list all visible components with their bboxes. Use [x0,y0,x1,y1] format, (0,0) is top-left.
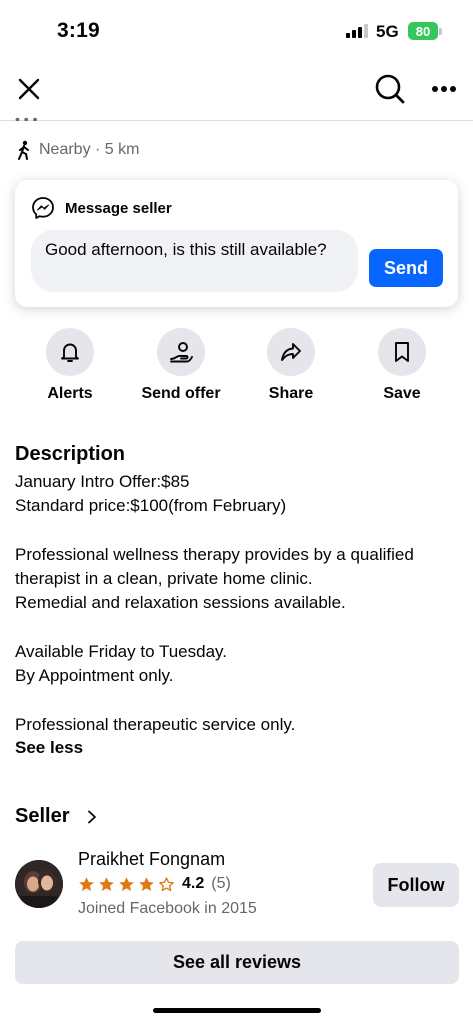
status-time: 3:19 [57,19,100,42]
location-text: Nearby · 5 km [39,141,140,158]
rating-value: 4.2 [182,875,205,892]
share-button[interactable]: Share [236,328,346,403]
seller-title: Seller [15,805,70,827]
close-icon[interactable] [14,74,44,104]
save-button[interactable]: Save [347,328,457,403]
description-line: Professional wellness therapy provides b… [15,544,414,564]
search-icon[interactable] [374,73,406,105]
battery-icon: 80 [408,22,438,40]
send-button[interactable]: Send [369,249,443,287]
description-body: January Intro Offer:$85 Standard price:$… [15,470,465,737]
star-icon [99,876,114,891]
action-row: Alerts Send offer Share Save [0,328,473,408]
see-all-reviews-button[interactable]: See all reviews [15,941,459,984]
description-line: Professional therapeutic service only. [15,714,296,734]
description-line [15,689,465,713]
send-offer-button[interactable]: Send offer [126,328,236,403]
alerts-label: Alerts [47,385,93,402]
seller-name[interactable]: Praikhet Fongnam [78,849,225,870]
see-less-link[interactable]: See less [15,738,83,758]
description-line: therapist in a clean, private home clini… [15,569,313,589]
description-line: Remedial and relaxation sessions availab… [15,593,346,613]
location-row: Nearby · 5 km [15,140,139,160]
home-indicator [153,1008,321,1013]
star-icon [119,876,134,891]
send-offer-label: Send offer [141,385,221,402]
avatar[interactable] [15,860,63,908]
bookmark-icon [378,328,426,376]
alerts-button[interactable]: Alerts [15,328,125,403]
offer-icon [157,328,205,376]
battery-tip [439,28,442,35]
description-line: January Intro Offer:$85 [15,472,190,491]
joined-date: Joined Facebook in 2015 [78,900,257,917]
message-seller-card: Message seller Good afternoon, is this s… [15,180,458,307]
description-line: Standard price:$100(from February) [15,496,287,516]
rating-count: (5) [211,875,231,892]
status-bar: 3:19 5G 80 [0,0,473,60]
message-input[interactable]: Good afternoon, is this still available? [31,230,358,292]
top-nav [0,60,473,121]
seller-section-header[interactable]: Seller [15,805,97,828]
description-line: By Appointment only. [15,666,174,686]
star-outline-icon [159,876,174,891]
bell-icon [46,328,94,376]
description-title: Description [15,443,126,465]
walk-icon [18,140,29,160]
description-line [15,519,465,543]
star-icon [79,876,94,891]
network-label: 5G [376,22,399,41]
chevron-right-icon [88,810,97,823]
description-line: Available Friday to Tuesday. [15,642,227,662]
share-label: Share [268,385,314,402]
description-line [15,616,465,640]
share-icon [267,328,315,376]
partial-text: • • • [15,111,38,121]
message-seller-title: Message seller [65,199,172,217]
save-label: Save [383,385,421,402]
message-seller-header: Message seller [31,196,172,220]
seller-rating: 4.2 (5) [78,875,231,893]
more-icon[interactable] [428,76,460,102]
messenger-icon [32,197,54,219]
star-icon [139,876,154,891]
signal-icon [346,24,368,38]
follow-button[interactable]: Follow [373,863,459,907]
